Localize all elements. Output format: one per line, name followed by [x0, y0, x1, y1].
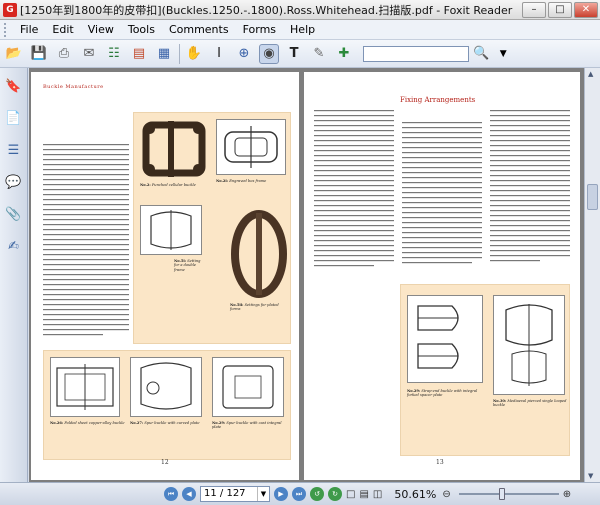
zoom-in-status-icon[interactable]: ⊕	[563, 489, 571, 500]
last-page-icon[interactable]: ⏭	[292, 487, 306, 501]
menu-edit[interactable]: Edit	[45, 23, 80, 36]
zoom-out-icon[interactable]: ⊖	[442, 489, 450, 500]
select-text-icon[interactable]: I	[209, 44, 229, 64]
toolbar-separator	[179, 43, 180, 64]
maximize-button[interactable]: □	[548, 1, 572, 18]
scroll-down-icon[interactable]: ▼	[588, 472, 593, 480]
title-bar: G [1250年到1800年的皮带扣](Buckles.1250.-.1800)…	[0, 0, 600, 20]
attachments-icon[interactable]: 📎	[4, 204, 24, 224]
menu-comments[interactable]: Comments	[162, 23, 236, 36]
caption-no30: No.30: Mediaeval pierced single looped b…	[493, 399, 567, 408]
back-icon[interactable]: ↺	[310, 487, 324, 501]
buckle-drawing-cast	[212, 357, 284, 417]
caption-no29-right: No.29: Strap-end buckle with integral fo…	[407, 389, 478, 398]
page-number-field[interactable]: 11 / 127 ▼	[200, 486, 270, 502]
print-icon[interactable]: ⎙	[54, 44, 74, 64]
caption-no2: No.2: Punched cellular buckle	[140, 183, 196, 187]
snapshot-icon[interactable]: ▦	[154, 44, 174, 64]
text-block-graphic	[43, 144, 129, 336]
menu-help[interactable]: Help	[283, 23, 322, 36]
menu-grip[interactable]	[4, 22, 9, 37]
section-title: Fixing Arrangements	[400, 96, 476, 104]
scrollbar-thumb[interactable]	[587, 184, 598, 210]
text-column-3	[490, 110, 570, 262]
buckle-drawing-folded	[50, 357, 120, 417]
vertical-scrollbar[interactable]: ▲ ▼	[584, 68, 600, 482]
buckle-drawing-pierced	[493, 295, 565, 395]
figure-plate-right: No.29: Strap-end buckle with integral fo…	[400, 284, 570, 456]
scan-icon[interactable]: ▤	[129, 44, 149, 64]
foxit-app-icon: G	[3, 2, 17, 17]
main-toolbar: 📂 💾 ⎙ ✉ ☷ ▤ ▦ ✋ I ⊕ ◉ T ✎ ✚ 🔍 ▼	[0, 40, 600, 68]
pages-icon[interactable]: 📄	[4, 108, 24, 128]
menu-bar: File Edit View Tools Comments Forms Help	[0, 20, 600, 40]
buckle-drawing-frame	[216, 119, 286, 175]
hand-icon[interactable]: ✋	[184, 44, 204, 64]
menu-tools[interactable]: Tools	[121, 23, 162, 36]
close-button[interactable]: ✕	[574, 1, 598, 18]
caption-no27: No.27: Spur buckle with curved plate	[130, 421, 200, 425]
menu-view[interactable]: View	[81, 23, 121, 36]
search-icon[interactable]: 🔍	[473, 46, 489, 61]
layers-icon[interactable]: ☰	[4, 140, 24, 160]
open-folder-icon[interactable]: 📂	[4, 44, 24, 64]
facing-icon[interactable]: ◫	[373, 489, 382, 500]
right-page: Fixing Arrangements No.29: Strap-end buc…	[304, 72, 580, 480]
comments-icon[interactable]: 💬	[4, 172, 24, 192]
zoom-slider[interactable]	[458, 488, 559, 500]
search-options-icon[interactable]: ▼	[493, 44, 513, 64]
caption-no26: No.26: Folded sheet copper-alloy buckle	[50, 421, 125, 425]
buckle-drawing-strap-end	[407, 295, 483, 383]
right-page-number: 13	[436, 459, 444, 466]
menu-file[interactable]: File	[13, 23, 45, 36]
buckle-drawing-spur	[130, 357, 202, 417]
first-page-icon[interactable]: ⏮	[164, 487, 178, 501]
bookmarks-icon[interactable]: 🔖	[4, 76, 24, 96]
save-icon[interactable]: 💾	[29, 44, 49, 64]
running-head: Buckle Manufacture	[43, 84, 104, 90]
buckle-drawing-double	[140, 205, 202, 255]
status-bar: ⏮ ◀ 11 / 127 ▼ ▶ ⏭ ↺ ↻ □ ▤ ◫ 50.61% ⊖ ⊕	[0, 482, 600, 505]
previous-page-icon[interactable]: ◀	[182, 487, 196, 501]
search-input[interactable]	[363, 45, 469, 62]
signatures-icon[interactable]: ✍	[4, 236, 24, 256]
buckle-photo-punched	[142, 121, 206, 177]
page-number-display: 11 / 127	[204, 488, 246, 499]
email-icon[interactable]: ✉	[79, 44, 99, 64]
single-page-icon[interactable]: □	[346, 489, 355, 500]
text-column-1	[314, 110, 394, 267]
page-dropdown-icon[interactable]: ▼	[257, 487, 269, 501]
menu-forms[interactable]: Forms	[236, 23, 283, 36]
caption-no2i: No.2i: Engraved box frame	[216, 179, 267, 183]
minimize-button[interactable]: –	[522, 1, 546, 18]
text-tool-icon[interactable]: T	[284, 44, 304, 64]
caption-no5ii: No.5ii: Settings for plated forms	[230, 303, 279, 312]
next-page-icon[interactable]: ▶	[274, 487, 288, 501]
scroll-up-icon[interactable]: ▲	[588, 70, 593, 78]
zoom-in-icon[interactable]: ⊕	[234, 44, 254, 64]
export-icon[interactable]: ☷	[104, 44, 124, 64]
caption-no5i: No.5i: Setting for a double frame	[174, 259, 201, 272]
eraser-icon[interactable]: ✚	[334, 44, 354, 64]
figure-plate-bottom: No.26: Folded sheet copper-alloy buckle …	[43, 350, 291, 460]
figure-plate-top: No.2: Punched cellular buckle No.2i: Eng…	[133, 112, 291, 344]
right-page-text-columns	[314, 110, 570, 267]
left-page-text	[43, 144, 129, 344]
forward-icon[interactable]: ↻	[328, 487, 342, 501]
text-column-2	[402, 122, 482, 264]
zoom-slider-knob[interactable]	[498, 488, 505, 500]
continuous-icon[interactable]: ▤	[359, 489, 368, 500]
zoom-level: 50.61%	[394, 487, 437, 501]
navigation-panel: 🔖 📄 ☰ 💬 📎 ✍	[0, 68, 28, 482]
left-page-number: 12	[161, 459, 169, 466]
pencil-icon[interactable]: ✎	[309, 44, 329, 64]
buckle-photo-oval	[231, 210, 287, 298]
left-page: Buckle Manufacture No.2: Punched cellula…	[31, 72, 299, 480]
document-view[interactable]: Buckle Manufacture No.2: Punched cellula…	[29, 68, 600, 482]
caption-no29-left: No.29: Spur buckle with cast integral pl…	[212, 421, 282, 430]
window-title: [1250年到1800年的皮带扣](Buckles.1250.-.1800).R…	[20, 3, 513, 17]
snapshot-camera-icon[interactable]: ◉	[259, 43, 279, 64]
